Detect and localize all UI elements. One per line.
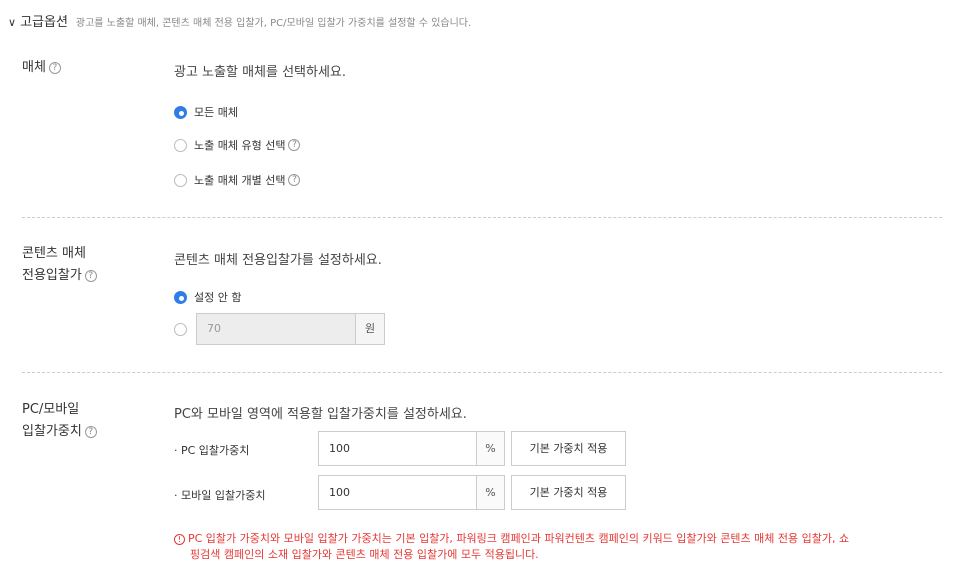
content-bid-prompt: 콘텐츠 매체 전용입찰가를 설정하세요. (174, 253, 382, 268)
media-prompt: 광고 노출할 매체를 선택하세요. (174, 65, 347, 80)
help-icon[interactable]: ? (84, 425, 97, 438)
radio-button[interactable] (174, 173, 187, 187)
pc-weight-input[interactable]: 100 % (318, 431, 505, 466)
media-option-individual[interactable]: 노출 매체 개별 선택 ? (174, 172, 301, 188)
weight-prompt: PC와 모바일 영역에 적용할 입찰가중치를 설정하세요. (174, 407, 467, 422)
chevron-down-icon: ∨ (8, 16, 17, 29)
radio-button[interactable] (174, 323, 187, 336)
radio-button[interactable] (174, 138, 187, 152)
media-option-label: 노출 매체 유형 선택 (194, 139, 286, 152)
section-divider (22, 217, 942, 218)
content-bid-option-custom[interactable] (174, 323, 194, 336)
help-icon[interactable]: ? (84, 269, 97, 282)
weight-notice: ! PC 입찰가 가중치와 모바일 입찰가 가중치는 기본 입찰가, 파워링크 캠… (174, 531, 944, 563)
section-divider (22, 372, 942, 373)
media-option-all[interactable]: 모든 매체 (174, 104, 238, 120)
weight-notice-line1-text: PC 입찰가 가중치와 모바일 입찰가 가중치는 기본 입찰가, 파워링크 캠페… (188, 532, 850, 545)
media-option-type[interactable]: 노출 매체 유형 선택 ? (174, 137, 301, 153)
weight-notice-line1: ! PC 입찰가 가중치와 모바일 입찰가 가중치는 기본 입찰가, 파워링크 캠… (174, 531, 944, 547)
content-bid-value[interactable]: 70 (197, 314, 355, 344)
advanced-options-description: 광고를 노출할 매체, 콘텐츠 매체 전용 입찰가, PC/모바일 입찰가 가중… (75, 18, 472, 29)
help-icon[interactable]: ? (288, 174, 301, 186)
pc-default-weight-button[interactable]: 기본 가중치 적용 (511, 431, 626, 466)
content-bid-label-line1: 콘텐츠 매체 (22, 246, 86, 261)
radio-button-selected[interactable] (174, 105, 187, 119)
weight-label-line2-text: 입찰가중치 (22, 424, 82, 439)
content-bid-unit: 원 (355, 314, 384, 344)
media-option-label: 노출 매체 개별 선택 (194, 174, 286, 187)
pc-weight-unit: % (476, 432, 504, 465)
pc-weight-value[interactable]: 100 (319, 432, 476, 465)
mobile-weight-unit: % (476, 476, 504, 509)
help-icon[interactable]: ? (288, 139, 301, 151)
content-bid-label: 콘텐츠 매체 전용입찰가? (22, 243, 97, 287)
content-bid-label-line2: 전용입찰가? (22, 265, 97, 287)
media-option-label: 모든 매체 (194, 106, 238, 119)
weight-label: PC/모바일 입찰가중치? (22, 399, 97, 443)
weight-notice-line2: 핑검색 캠페인의 소재 입찰가와 콘텐츠 매체 전용 입찰가에 모두 적용됩니다… (190, 548, 539, 561)
weight-label-line2: 입찰가중치? (22, 421, 97, 443)
warning-icon: ! (174, 534, 185, 545)
content-bid-option-none-label: 설정 안 함 (194, 291, 242, 304)
weight-label-line1: PC/모바일 (22, 402, 80, 417)
radio-button-selected[interactable] (174, 290, 187, 304)
content-bid-label-line2-text: 전용입찰가 (22, 268, 82, 283)
mobile-default-weight-button[interactable]: 기본 가중치 적용 (511, 475, 626, 510)
mobile-weight-value[interactable]: 100 (319, 476, 476, 509)
mobile-weight-input[interactable]: 100 % (318, 475, 505, 510)
media-label: 매체? (22, 57, 61, 79)
media-label-text: 매체 (22, 60, 46, 75)
help-icon[interactable]: ? (48, 61, 61, 74)
advanced-options-title: 고급옵션 (20, 15, 68, 30)
pc-weight-label: · PC 입찰가중치 (174, 444, 250, 457)
advanced-options-toggle[interactable]: ∨ 고급옵션 광고를 노출할 매체, 콘텐츠 매체 전용 입찰가, PC/모바일… (8, 11, 471, 30)
content-bid-input[interactable]: 70 원 (196, 313, 385, 345)
content-bid-option-none[interactable]: 설정 안 함 (174, 289, 241, 305)
mobile-weight-label: · 모바일 입찰가중치 (174, 489, 266, 502)
